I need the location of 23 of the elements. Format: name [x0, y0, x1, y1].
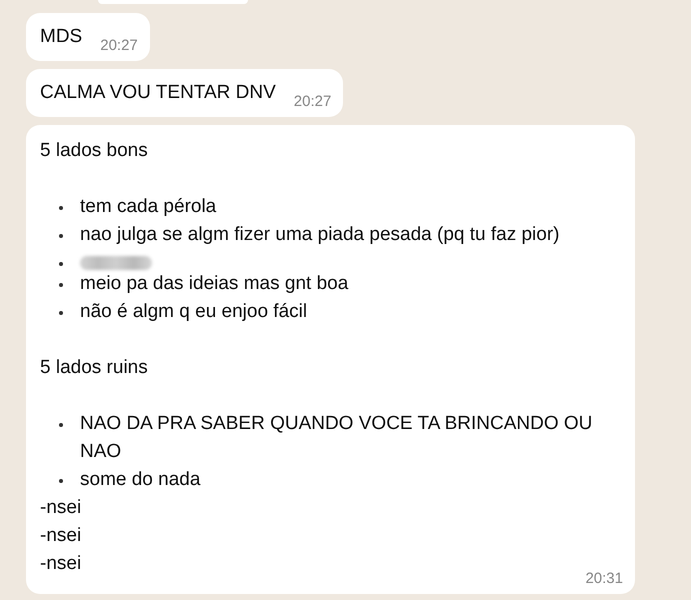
message-text: -nsei [40, 497, 82, 518]
message-text: MDS [40, 25, 82, 49]
message-text: CALMA VOU TENTAR DNV [40, 81, 276, 105]
message-time: 20:27 [100, 37, 138, 55]
bullet-icon [58, 205, 64, 211]
message-time: 20:31 [585, 570, 623, 588]
list-item-text: some do nada [80, 468, 200, 492]
message-time: 20:27 [294, 93, 332, 111]
list-item-text: não é algm q eu enjoo fácil [80, 300, 308, 324]
bullet-icon [58, 422, 64, 428]
blurred-text [80, 256, 152, 270]
bullet-icon [58, 233, 64, 239]
bullet-icon [58, 261, 64, 267]
list-item-text: tem cada pérola [80, 195, 216, 219]
message-text: 5 lados bons [40, 140, 148, 161]
bullet-icon [58, 310, 64, 316]
message-text: -nsei [40, 525, 82, 546]
message-text: -nsei [40, 553, 82, 574]
bullet-icon [58, 478, 64, 484]
list-item-text: meio pa das ideias mas gnt boa [80, 272, 348, 296]
message-text: 5 lados ruins [40, 357, 148, 378]
bullet-icon [58, 282, 64, 288]
list-item-text: nao julga se algm fizer uma piada pesada (pq tu faz pior) [80, 223, 560, 247]
